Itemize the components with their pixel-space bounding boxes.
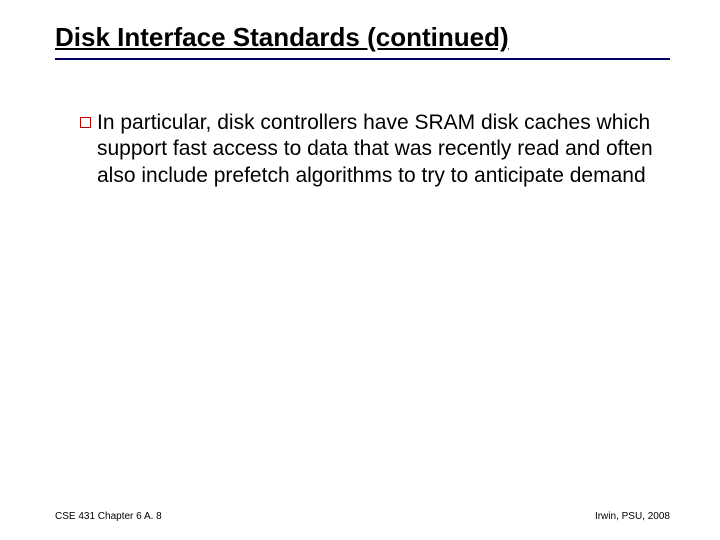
slide-title: Disk Interface Standards (continued) [55, 22, 680, 53]
title-area: Disk Interface Standards (continued) [55, 22, 680, 53]
title-underline [55, 58, 670, 60]
content-area: In particular, disk controllers have SRA… [80, 110, 660, 189]
footer-left: CSE 431 Chapter 6 A. 8 [55, 511, 162, 522]
bullet-text: In particular, disk controllers have SRA… [97, 110, 660, 189]
bullet-item: In particular, disk controllers have SRA… [80, 110, 660, 189]
bullet-square-icon [80, 117, 91, 128]
footer-right: Irwin, PSU, 2008 [595, 511, 670, 522]
slide: Disk Interface Standards (continued) In … [0, 0, 720, 540]
